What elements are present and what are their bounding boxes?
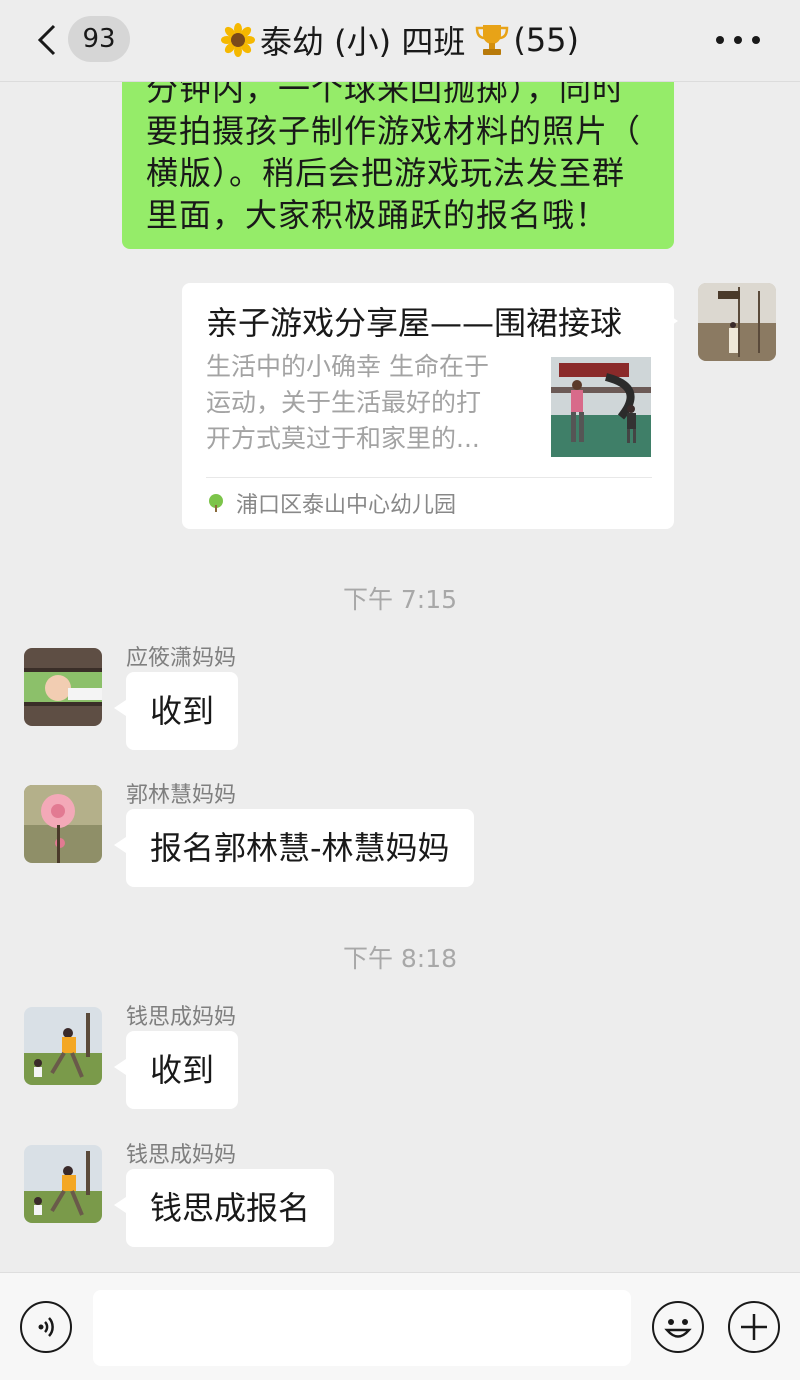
emoji-icon bbox=[664, 1319, 692, 1338]
chat-area[interactable]: 分钟内，一个球来回抛掷），同时 要拍摄孩子制作游戏材料的照片（ 横版）。稍后会把… bbox=[0, 0, 800, 1272]
message-input[interactable] bbox=[93, 1290, 631, 1366]
voice-button[interactable] bbox=[20, 1301, 72, 1353]
avatar[interactable] bbox=[24, 1007, 102, 1085]
message-bubble[interactable]: 收到 bbox=[113, 672, 239, 750]
chat-header: 93 泰幼 (小) 四班 (55) bbox=[0, 0, 800, 82]
plus-icon bbox=[741, 1314, 767, 1340]
self-avatar[interactable] bbox=[698, 283, 776, 361]
timestamp: 下午 8:18 bbox=[342, 944, 458, 973]
card-description: 生活中的小确幸 生命在于 运动，关于生活最好的打 开方式莫过于和家里的... bbox=[206, 349, 536, 457]
more-dot bbox=[734, 36, 742, 44]
more-options-button[interactable] bbox=[716, 22, 760, 58]
trophy-icon bbox=[476, 25, 509, 55]
more-dot bbox=[752, 36, 760, 44]
avatar[interactable] bbox=[24, 648, 102, 726]
card-source-name: 浦口区泰山中心幼儿园 bbox=[236, 493, 457, 518]
chevron-left-icon bbox=[37, 24, 56, 56]
sender-name: 郭林慧妈妈 bbox=[126, 783, 237, 808]
avatar[interactable] bbox=[24, 1145, 102, 1223]
own-message-line: 要拍摄孩子制作游戏材料的照片（ bbox=[146, 112, 642, 150]
chat-title-text: 泰幼 (小) 四班 bbox=[260, 23, 466, 61]
card-desc-line: 生活中的小确幸 生命在于 bbox=[206, 352, 489, 381]
unread-count-badge: 93 bbox=[68, 16, 130, 62]
message-bubble[interactable]: 钱思成报名 bbox=[113, 1169, 335, 1247]
message-bubble[interactable]: 收到 bbox=[113, 1031, 239, 1109]
card-title: 亲子游戏分享屋——围裙接球 bbox=[206, 304, 623, 342]
sender-name: 应筱潇妈妈 bbox=[126, 646, 237, 671]
avatar[interactable] bbox=[24, 785, 102, 863]
card-desc-line: 运动，关于生活最好的打 bbox=[206, 388, 482, 417]
card-divider bbox=[206, 477, 652, 478]
shared-article-card[interactable]: 亲子游戏分享屋——围裙接球 生活中的小确幸 生命在于 运动，关于生活最好的打 开… bbox=[182, 283, 678, 529]
own-message-line: 横版）。稍后会把游戏玩法发至群 bbox=[146, 154, 626, 192]
chat-title[interactable]: 泰幼 (小) 四班 (55) bbox=[220, 18, 579, 62]
sender-name: 钱思成妈妈 bbox=[126, 1143, 237, 1168]
card-source: 浦口区泰山中心幼儿园 bbox=[206, 485, 456, 521]
voice-icon bbox=[38, 1317, 54, 1337]
kindergarten-logo-icon bbox=[209, 494, 223, 512]
more-dot bbox=[716, 36, 724, 44]
back-button[interactable]: 93 bbox=[28, 16, 138, 64]
message-bubble[interactable]: 报名郭林慧-林慧妈妈 bbox=[114, 809, 474, 887]
emoji-button[interactable] bbox=[652, 1301, 704, 1353]
card-thumbnail bbox=[551, 357, 651, 457]
input-bar bbox=[0, 1272, 800, 1380]
member-count: (55) bbox=[513, 21, 580, 59]
card-desc-line: 开方式莫过于和家里的... bbox=[206, 424, 480, 453]
own-message-line: 里面，大家积极踊跃的报名哦！ bbox=[146, 196, 609, 234]
more-functions-button[interactable] bbox=[728, 1301, 780, 1353]
sunflower-icon bbox=[221, 23, 255, 57]
timestamp: 下午 7:15 bbox=[342, 585, 458, 614]
sender-name: 钱思成妈妈 bbox=[126, 1005, 237, 1030]
